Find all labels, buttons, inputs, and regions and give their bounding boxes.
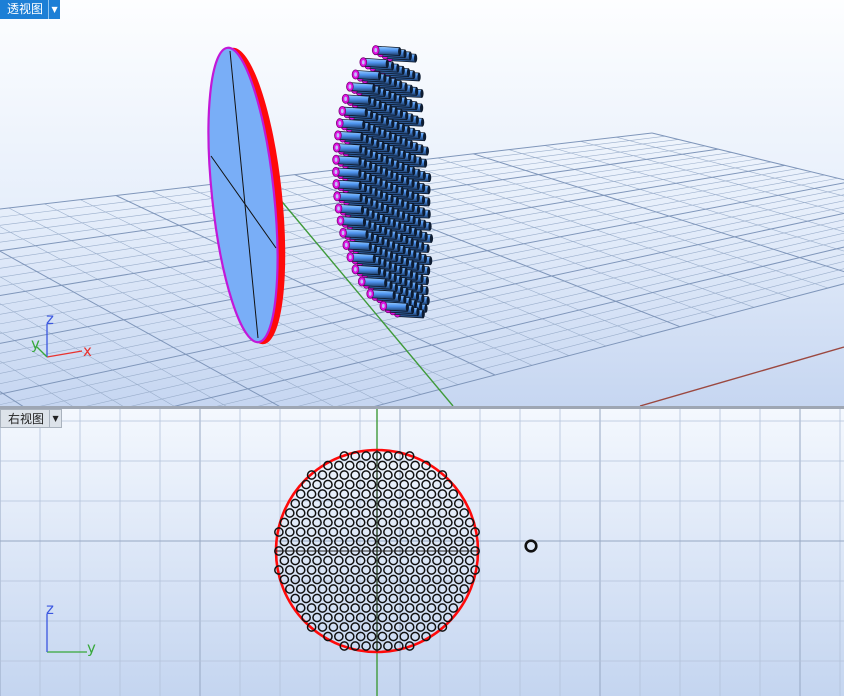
- axis-label-z: z: [46, 600, 54, 618]
- perspective-viewport-tab[interactable]: 透视图 ▼: [0, 0, 61, 19]
- axis-label-z: z: [46, 310, 54, 328]
- axis-label-x: x: [83, 342, 92, 360]
- axis-label-y: y: [87, 639, 96, 657]
- perspective-canvas[interactable]: x z y: [0, 0, 844, 406]
- viewport-title[interactable]: 透视图: [0, 0, 49, 19]
- triangle-down-icon[interactable]: ▼: [49, 409, 63, 428]
- triangle-down-icon[interactable]: ▼: [48, 0, 61, 19]
- right-viewport-tab[interactable]: 右视图 ▼: [0, 409, 63, 428]
- right-view-canvas[interactable]: y z: [0, 409, 844, 696]
- axis-label-y: y: [31, 335, 40, 353]
- right-viewport[interactable]: y z 右视图 ▼: [0, 409, 844, 696]
- perspective-viewport[interactable]: x z y 透视图 ▼: [0, 0, 844, 406]
- viewport-title[interactable]: 右视图: [0, 409, 50, 428]
